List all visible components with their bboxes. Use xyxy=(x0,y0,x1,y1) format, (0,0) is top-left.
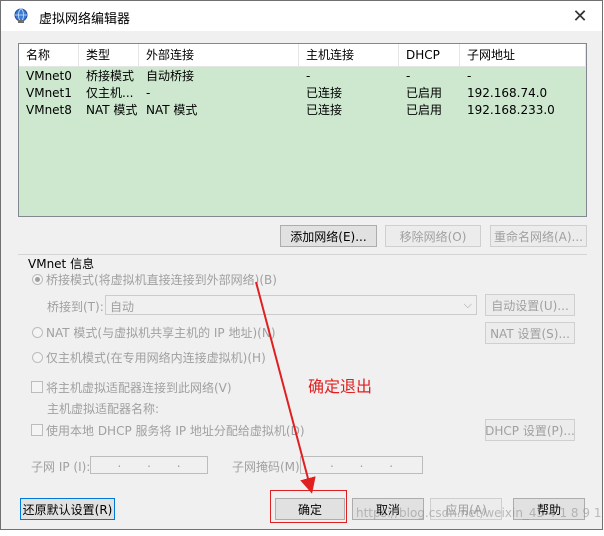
column-header-external[interactable]: 外部连接 xyxy=(139,44,299,66)
column-header-type[interactable]: 类型 xyxy=(79,44,139,66)
cell-host: 已连接 xyxy=(306,86,343,100)
chevron-down-icon: ⌵ xyxy=(463,298,472,311)
subnet-mask-label: 子网掩码(M): xyxy=(232,460,304,474)
cell-name: VMnet8 xyxy=(26,103,72,117)
bridge-to-label: 桥接到(T): xyxy=(47,300,104,314)
network-globe-icon xyxy=(14,8,28,23)
use-dhcp-checkbox[interactable] xyxy=(31,424,43,436)
cell-subnet: 192.168.74.0 xyxy=(467,86,548,100)
cell-host: 已连接 xyxy=(306,103,343,117)
nat-mode-label: NAT 模式(与虚拟机共享主机的 IP 地址)(N) xyxy=(46,326,276,340)
adapter-name-label: 主机虚拟适配器名称: xyxy=(47,402,160,416)
host-only-label: 仅主机模式(在专用网络内连接虚拟机)(H) xyxy=(46,351,266,365)
ok-highlight-box xyxy=(270,490,347,523)
add-network-button[interactable]: 添加网络(E)... xyxy=(280,225,377,247)
close-icon: ✕ xyxy=(572,5,588,27)
remove-network-button[interactable]: 移除网络(O) xyxy=(385,225,481,247)
rename-network-button[interactable]: 重命名网络(A)... xyxy=(490,225,587,247)
annotation-text: 确定退出 xyxy=(308,377,373,396)
column-header-host[interactable]: 主机连接 xyxy=(299,44,399,66)
cell-type: 桥接模式 xyxy=(86,69,135,83)
subnet-mask-value: . . . xyxy=(329,456,394,470)
cell-subnet: - xyxy=(467,69,472,83)
column-header-subnet[interactable]: 子网地址 xyxy=(460,44,586,66)
cell-dhcp: 已启用 xyxy=(406,86,443,100)
vmnet-info-label: VMnet 信息 xyxy=(28,257,95,271)
bridge-to-value: 自动 xyxy=(110,300,135,314)
nat-settings-button[interactable]: NAT 设置(S)... xyxy=(485,322,575,344)
cell-dhcp: 已启用 xyxy=(406,103,443,117)
cell-subnet: 192.168.233.0 xyxy=(467,103,555,117)
dhcp-settings-button[interactable]: DHCP 设置(P)... xyxy=(485,419,575,441)
subnet-ip-value: . . . xyxy=(117,456,181,470)
cell-external: - xyxy=(146,86,151,100)
watermark-text: https://blog.csdn.net/weixin_45 4 1 8 9 … xyxy=(356,506,602,520)
cell-host: - xyxy=(306,69,311,83)
subnet-ip-label: 子网 IP (I): xyxy=(31,460,91,474)
cell-type: NAT 模式 xyxy=(86,103,138,117)
connect-adapter-checkbox[interactable] xyxy=(31,381,43,393)
network-table: 名称 类型 外部连接 主机连接 DHCP 子网地址 VMnet0 桥接模式 自动… xyxy=(18,43,587,217)
bridge-mode-radio[interactable] xyxy=(32,274,43,285)
cell-external: NAT 模式 xyxy=(146,103,198,117)
subnet-ip-field[interactable]: . . . xyxy=(90,456,208,474)
title-bar: 虚拟网络编辑器 ✕ xyxy=(1,1,602,31)
radio-selected-dot xyxy=(35,277,40,282)
table-header: 名称 类型 外部连接 主机连接 DHCP 子网地址 xyxy=(19,44,586,67)
cell-type: 仅主机... xyxy=(86,86,134,100)
column-header-name[interactable]: 名称 xyxy=(19,44,79,66)
table-row[interactable]: VMnet1 仅主机... - 已连接 已启用 192.168.74.0 xyxy=(19,85,586,102)
restore-defaults-button[interactable]: 还原默认设置(R) xyxy=(20,498,115,520)
bridge-mode-label: 桥接模式(将虚拟机直接连接到外部网络)(B) xyxy=(46,273,277,287)
column-header-dhcp[interactable]: DHCP xyxy=(399,44,460,66)
cell-name: VMnet0 xyxy=(26,69,72,83)
host-only-radio[interactable] xyxy=(32,352,43,363)
cell-name: VMnet1 xyxy=(26,86,72,100)
group-separator xyxy=(18,254,587,255)
window-title: 虚拟网络编辑器 xyxy=(39,12,131,27)
connect-adapter-label: 将主机虚拟适配器连接到此网络(V) xyxy=(46,381,232,395)
use-dhcp-label: 使用本地 DHCP 服务将 IP 地址分配给虚拟机(D) xyxy=(46,424,305,438)
nat-mode-radio[interactable] xyxy=(32,327,43,338)
subnet-mask-field[interactable]: . . . xyxy=(300,456,423,474)
table-row[interactable]: VMnet0 桥接模式 自动桥接 - - - xyxy=(19,68,586,85)
cell-dhcp: - xyxy=(406,69,411,83)
cell-external: 自动桥接 xyxy=(146,69,195,83)
table-row[interactable]: VMnet8 NAT 模式 NAT 模式 已连接 已启用 192.168.233… xyxy=(19,102,586,119)
bridge-to-select[interactable]: 自动 ⌵ xyxy=(105,295,477,315)
close-button[interactable]: ✕ xyxy=(558,1,602,31)
table-body: VMnet0 桥接模式 自动桥接 - - - VMnet1 仅主机... - 已… xyxy=(19,67,586,216)
virtual-network-editor-dialog: 虚拟网络编辑器 ✕ 名称 类型 外部连接 主机连接 DHCP 子网地址 VMne… xyxy=(0,0,603,530)
auto-settings-button[interactable]: 自动设置(U)... xyxy=(485,294,575,316)
